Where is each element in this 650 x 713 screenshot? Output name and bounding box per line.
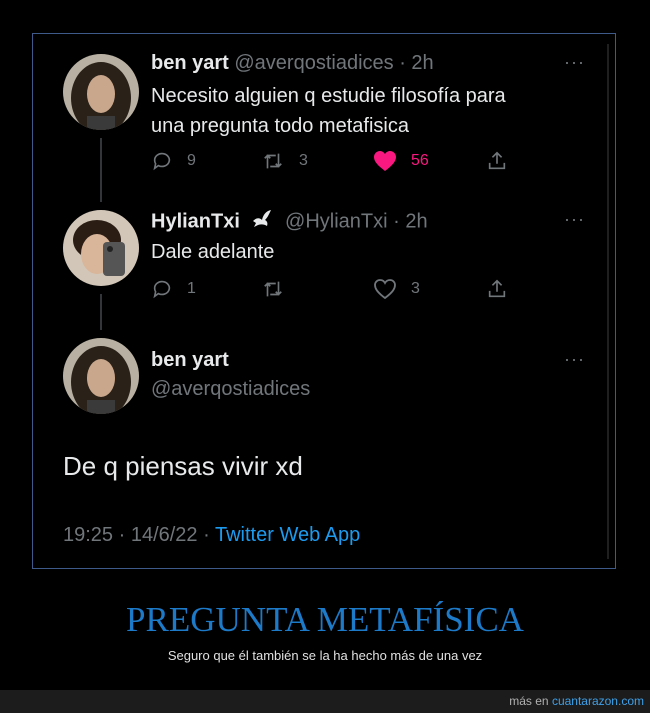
more-options-icon[interactable]: ··· [564, 349, 585, 370]
source-app-link[interactable]: Twitter Web App [215, 524, 360, 546]
like-button[interactable]: 56 [373, 150, 429, 172]
site-link[interactable]: cuantarazon.com [552, 694, 644, 708]
avatar-ben-yart-1[interactable] [63, 54, 139, 130]
tweet-text: Necesito alguien q estudie filosofía par… [151, 81, 506, 141]
share-icon [488, 279, 506, 298]
heart-filled-icon [374, 151, 396, 171]
tweet-thread-card: ben yart @averqostiadices · 2h ··· Neces… [32, 33, 616, 569]
reply-icon [153, 152, 171, 171]
like-count: 3 [411, 280, 420, 297]
tweet-time[interactable]: · 2h [393, 210, 427, 232]
retweet-icon [264, 281, 282, 297]
retweet-count: 3 [299, 152, 308, 169]
reply-button[interactable]: 9 [151, 150, 196, 172]
reply-button[interactable]: 1 [151, 278, 196, 300]
thread-line [100, 138, 102, 202]
caption-subtitle: Seguro que él también se la ha hecho más… [167, 648, 483, 663]
reply-count: 9 [187, 152, 196, 169]
tweet-text: Dale adelante [151, 241, 275, 263]
author-name[interactable]: ben yart [151, 52, 229, 74]
heart-icon [374, 279, 396, 300]
main-tweet-text: De q piensas vivir xd [63, 451, 303, 481]
author-handle[interactable]: @HylianTxi [285, 210, 388, 232]
author-handle[interactable]: @averqostiadices [151, 378, 310, 401]
like-button[interactable]: 3 [373, 278, 420, 300]
tweet-time[interactable]: · 2h [399, 52, 433, 74]
tweet-author[interactable]: ben yart @averqostiadices · 2h [151, 52, 434, 75]
retweet-button[interactable] [261, 278, 299, 300]
more-options-icon[interactable]: ··· [564, 52, 585, 73]
tweet-metadata: 19:25 · 14/6/22 · Twitter Web App [63, 524, 360, 547]
tweet-text-line: Necesito alguien q estudie filosofía par… [151, 85, 506, 107]
share-icon [488, 151, 506, 170]
share-button[interactable] [486, 149, 508, 173]
share-button[interactable] [486, 277, 508, 301]
footer-bar: más en cuantarazon.com [0, 690, 650, 713]
tweet-text-line: una pregunta todo metafisica [151, 115, 409, 137]
avatar-ben-yart-2[interactable] [63, 338, 139, 414]
thread-line [100, 294, 102, 330]
reply-icon [153, 280, 171, 299]
author-name[interactable]: ben yart [151, 349, 229, 372]
avatar-hyliantxi[interactable] [63, 210, 139, 286]
retweet-icon [264, 153, 282, 169]
like-count: 56 [411, 152, 429, 169]
author-handle[interactable]: @averqostiadices [234, 52, 393, 74]
author-name[interactable]: HylianTxi [151, 210, 240, 232]
reply-count: 1 [187, 280, 196, 297]
caption-title: PREGUNTA METAFÍSICA [126, 600, 524, 639]
more-options-icon[interactable]: ··· [564, 209, 585, 230]
scrollbar[interactable] [607, 44, 609, 559]
timestamp[interactable]: 19:25 · 14/6/22 · [63, 524, 210, 546]
footer-prefix: más en [509, 694, 549, 708]
footer-text: más en cuantarazon.com [509, 694, 644, 708]
tweet-author[interactable]: HylianTxi @HylianTxi · 2h [151, 209, 428, 235]
retweet-button[interactable]: 3 [261, 150, 308, 172]
dove-icon [251, 209, 273, 235]
